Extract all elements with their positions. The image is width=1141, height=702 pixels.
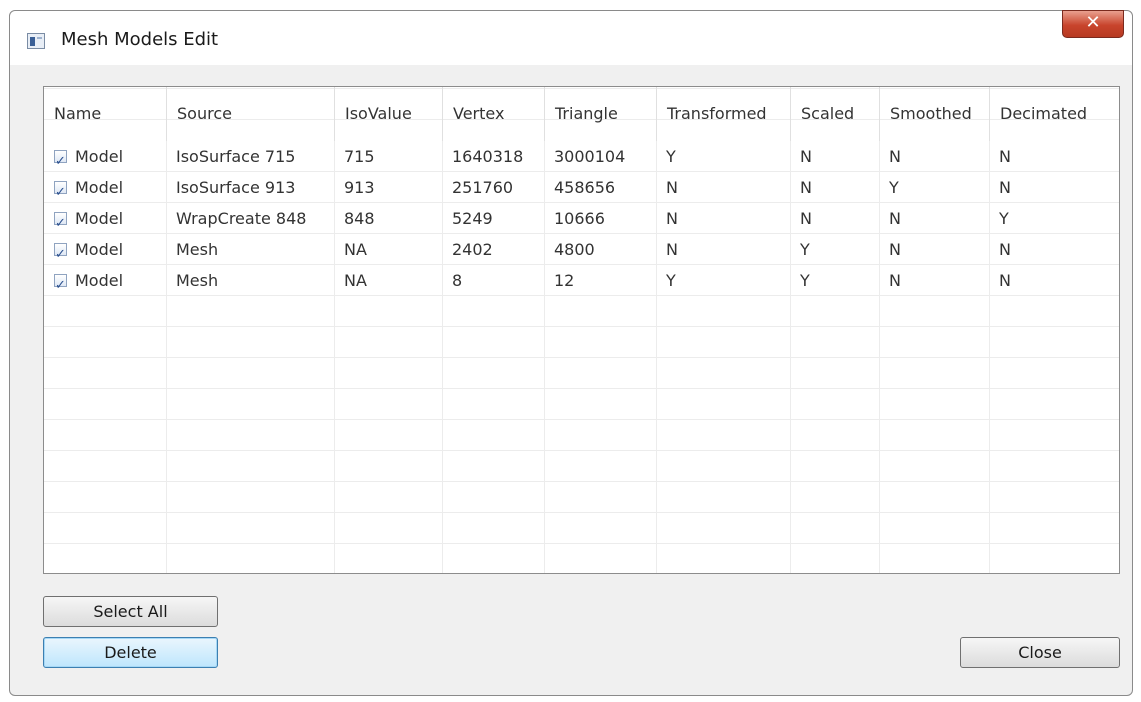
cell-decimated: Y [999,209,1009,228]
cell-vertex: 5249 [452,209,493,228]
cell-source: IsoSurface 715 [176,147,296,166]
column-header-triangle[interactable]: Triangle [544,87,656,141]
cell-scaled: N [800,209,812,228]
model-name: Model [75,271,124,290]
model-name: Model [75,209,124,228]
cell-decimated: N [999,271,1011,290]
cell-isovalue: NA [344,271,367,290]
column-header-transformed[interactable]: Transformed [656,87,790,141]
mesh-models-table[interactable]: Name Source IsoValue Vertex Triangle Transfor… [43,86,1120,574]
table-row[interactable]: Model Mesh NA 8 12 Y Y N N [44,265,1119,301]
row-checkbox[interactable] [54,270,67,301]
table-row[interactable]: Model WrapCreate 848 848 5249 10666 N N N Y [44,203,1119,239]
cell-name: Model [44,265,166,301]
row-checkbox[interactable] [54,177,67,208]
cell-transformed: Y [666,271,676,290]
row-checkbox[interactable] [54,146,67,177]
column-header-decimated[interactable]: Decimated [989,87,1119,141]
cell-source: WrapCreate 848 [176,209,307,228]
cell-transformed: Y [666,147,676,166]
cell-triangle: 458656 [554,178,616,197]
cell-scaled: N [800,147,812,166]
cell-smoothed: N [889,271,901,290]
window-close-button[interactable]: ✕ [1062,10,1124,38]
cell-isovalue: 715 [344,147,375,166]
cell-triangle: 3000104 [554,147,626,166]
table-header: Name Source IsoValue Vertex Triangle Transfor… [44,87,1119,141]
cell-triangle: 4800 [554,240,595,259]
cell-decimated: N [999,147,1011,166]
cell-source: Mesh [176,240,219,259]
cell-vertex: 1640318 [452,147,524,166]
cell-vertex: 2402 [452,240,493,259]
mesh-models-edit-dialog: Mesh Models Edit ✕ Name Source IsoValue Ver… [9,10,1133,696]
cell-transformed: N [666,178,678,197]
cell-scaled: Y [800,240,810,259]
model-name: Model [75,178,124,197]
close-icon: ✕ [1085,12,1101,33]
title-bar: Mesh Models Edit [10,11,1132,65]
cell-isovalue: 848 [344,209,375,228]
model-name: Model [75,240,124,259]
model-name: Model [75,147,124,166]
cell-transformed: N [666,209,678,228]
cell-name: Model [44,172,166,208]
column-header-source[interactable]: Source [166,87,334,141]
cell-vertex: 251760 [452,178,514,197]
cell-isovalue: 913 [344,178,375,197]
row-checkbox[interactable] [54,208,67,239]
close-button[interactable]: Close [960,637,1120,668]
table-row[interactable]: Model Mesh NA 2402 4800 N Y N N [44,234,1119,270]
cell-transformed: N [666,240,678,259]
cell-triangle: 10666 [554,209,605,228]
column-header-smoothed[interactable]: Smoothed [879,87,989,141]
cell-decimated: N [999,240,1011,259]
column-header-scaled[interactable]: Scaled [790,87,879,141]
window-title: Mesh Models Edit [61,29,219,50]
cell-source: IsoSurface 913 [176,178,296,197]
cell-smoothed: N [889,240,901,259]
row-checkbox[interactable] [54,239,67,270]
column-header-name[interactable]: Name [44,87,166,141]
cell-name: Model [44,234,166,270]
cell-smoothed: N [889,209,901,228]
cell-triangle: 12 [554,271,575,290]
app-icon [27,33,45,49]
cell-smoothed: N [889,147,901,166]
cell-isovalue: NA [344,240,367,259]
cell-decimated: N [999,178,1011,197]
cell-vertex: 8 [452,271,463,290]
column-header-isovalue[interactable]: IsoValue [334,87,442,141]
cell-scaled: Y [800,271,810,290]
cell-source: Mesh [176,271,219,290]
cell-smoothed: Y [889,178,899,197]
table-row[interactable]: Model IsoSurface 715 715 1640318 3000104 Y N N N [44,141,1119,177]
cell-name: Model [44,141,166,177]
table-row[interactable]: Model IsoSurface 913 913 251760 458656 N N Y N [44,172,1119,208]
delete-button[interactable]: Delete [43,637,218,668]
cell-scaled: N [800,178,812,197]
column-header-vertex[interactable]: Vertex [442,87,544,141]
select-all-button[interactable]: Select All [43,596,218,627]
cell-name: Model [44,203,166,239]
